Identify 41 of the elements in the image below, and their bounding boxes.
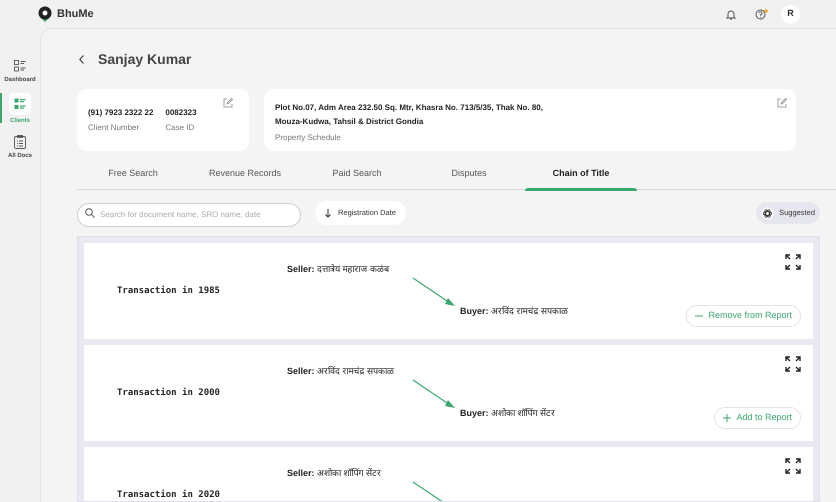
tab[interactable]: Free Search: [77, 162, 189, 190]
dashboard-icon: [14, 60, 26, 72]
arrow-icon: [412, 379, 456, 409]
app-name: BhuMe: [57, 6, 94, 22]
edit-icon[interactable]: [777, 98, 787, 108]
expand-icon[interactable]: [785, 356, 801, 372]
expand-icon[interactable]: [785, 458, 801, 474]
user-avatar[interactable]: R: [781, 4, 800, 24]
list-icon: [14, 98, 26, 110]
flower-logo-icon: [761, 206, 774, 220]
edit-icon[interactable]: [223, 98, 233, 108]
property-address: Plot No.07, Adm Area 232.50 Sq. Mtr, Khasra No. 713/5/35, Thak No. 80, Mouza-Kudwa, Tahsil & District Gondia: [275, 102, 543, 128]
buyer: Buyer: अरविंद रामचंद्र सपकाळ: [460, 305, 568, 318]
field-label: Case ID: [165, 122, 196, 134]
down-arrow-icon: [325, 208, 331, 218]
help-icon[interactable]: [755, 8, 768, 20]
plus-icon: [723, 414, 732, 422]
expand-icon[interactable]: [785, 254, 801, 270]
tab[interactable]: Chain of Title: [525, 162, 637, 190]
field-label: Property Schedule: [275, 132, 342, 144]
search-field[interactable]: Search for document name, SRO name, date: [77, 202, 301, 226]
seller: Seller: अरविंद रामचंद्र सपकाळ: [287, 365, 394, 378]
seller: Seller: दत्तात्रेय महाराज कळंब: [287, 263, 390, 276]
tab[interactable]: Paid Search: [301, 162, 413, 190]
buyer: Buyer: अशोका शॉपिंग सेंटर: [460, 407, 556, 420]
tab[interactable]: Disputes: [413, 162, 525, 190]
back-icon[interactable]: [79, 54, 84, 64]
logo-icon: [38, 6, 52, 22]
client-number: (91) 7923 2322 22: [88, 107, 154, 119]
bell-icon[interactable]: [726, 8, 736, 20]
clipboard-icon: [14, 135, 26, 149]
search-icon: [85, 208, 95, 218]
transaction-title: Transaction in 2000: [117, 387, 220, 400]
transaction-title: Transaction in 2020: [117, 489, 220, 501]
field-label: Client Number: [88, 122, 140, 134]
seller: Seller: अशोका शॉपिंग सेंटर: [287, 467, 382, 480]
arrow-icon: [412, 277, 456, 307]
transaction-title: Transaction in 1985: [117, 285, 220, 298]
tab[interactable]: Revenue Records: [189, 162, 301, 190]
client-name: Sanjay Kumar: [98, 50, 192, 69]
case-id: 0082323: [165, 107, 197, 119]
